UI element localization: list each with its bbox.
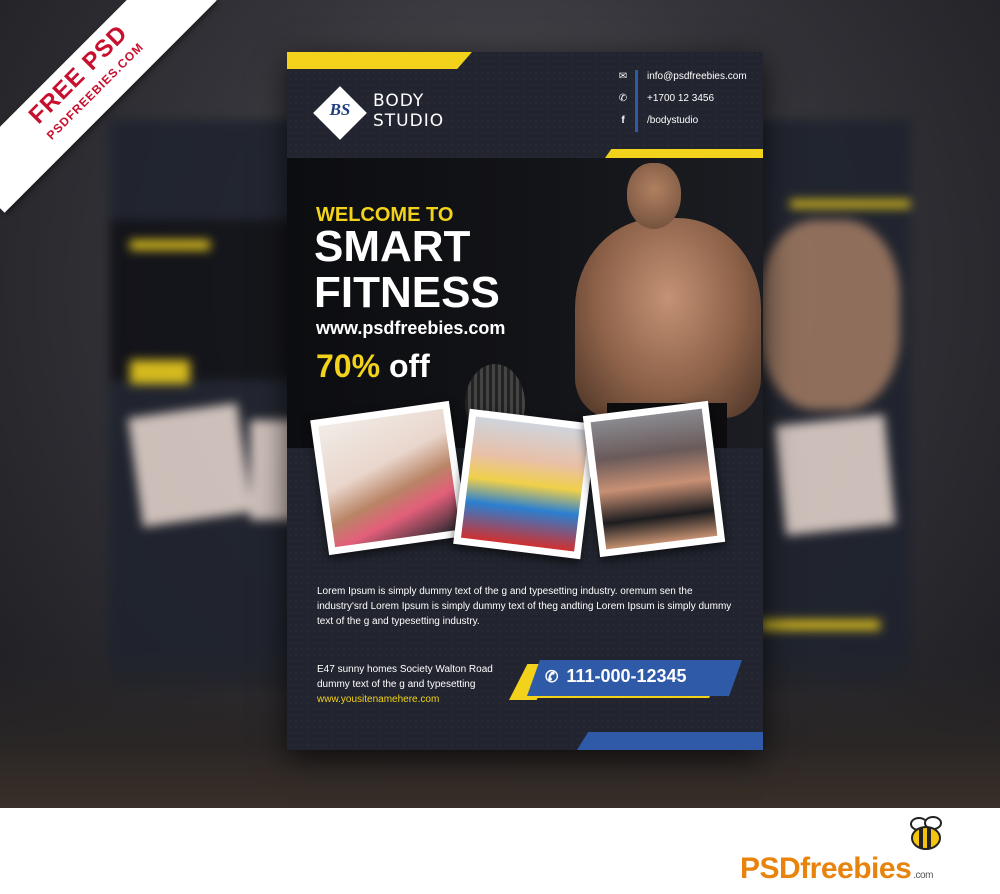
phone-icon: ✆ — [618, 93, 628, 104]
address-line2: dummy text of the g and typesetting — [317, 679, 476, 690]
phone-number: ✆ 111-000-12345 — [545, 666, 687, 686]
discount-text: 70% off — [316, 348, 430, 385]
photo-group-exercise — [453, 408, 597, 560]
body-text: Lorem Ipsum is simply dummy text of the … — [317, 586, 732, 627]
bee-icon — [910, 816, 942, 850]
brand-line2: STUDIO — [373, 111, 445, 131]
brand-name: BODY STUDIO — [373, 91, 444, 131]
bottom-accent-bar — [577, 732, 763, 750]
address-block: E47 sunny homes Society Walton Road dumm… — [317, 662, 517, 707]
psdfreebies-domain: .com — [913, 870, 933, 881]
fitness-flyer: BS BODY STUDIO ✉ info@psdfreebies.com ✆ … — [287, 52, 763, 750]
discount-percent: 70% — [316, 348, 381, 384]
website-text: www.psdfreebies.com — [316, 318, 506, 338]
contact-divider — [635, 70, 638, 132]
photo-gym-woman — [310, 400, 468, 556]
psdfreebies-brand: PSDfreebies — [740, 852, 912, 885]
brand-line1: BODY — [373, 91, 425, 111]
facebook-icon: f — [621, 115, 625, 126]
envelope-icon: ✉ — [618, 71, 628, 82]
hero-accent-bar — [605, 149, 763, 158]
headline-smart: SMART — [314, 222, 471, 271]
headline-fitness: FITNESS — [314, 268, 500, 317]
logo-initials: BS — [329, 100, 351, 119]
psdfreebies-logo[interactable]: PSDfreebies .com — [740, 852, 933, 886]
address-line1: E47 sunny homes Society Walton Road — [317, 664, 493, 675]
phone-handset-icon: ✆ — [545, 669, 559, 686]
address-website: www.yousitenamehere.com — [317, 694, 440, 705]
top-accent-bar — [287, 52, 472, 69]
athlete-image — [567, 158, 763, 448]
discount-word: off — [388, 348, 430, 384]
photo-machine-workout — [582, 400, 726, 558]
